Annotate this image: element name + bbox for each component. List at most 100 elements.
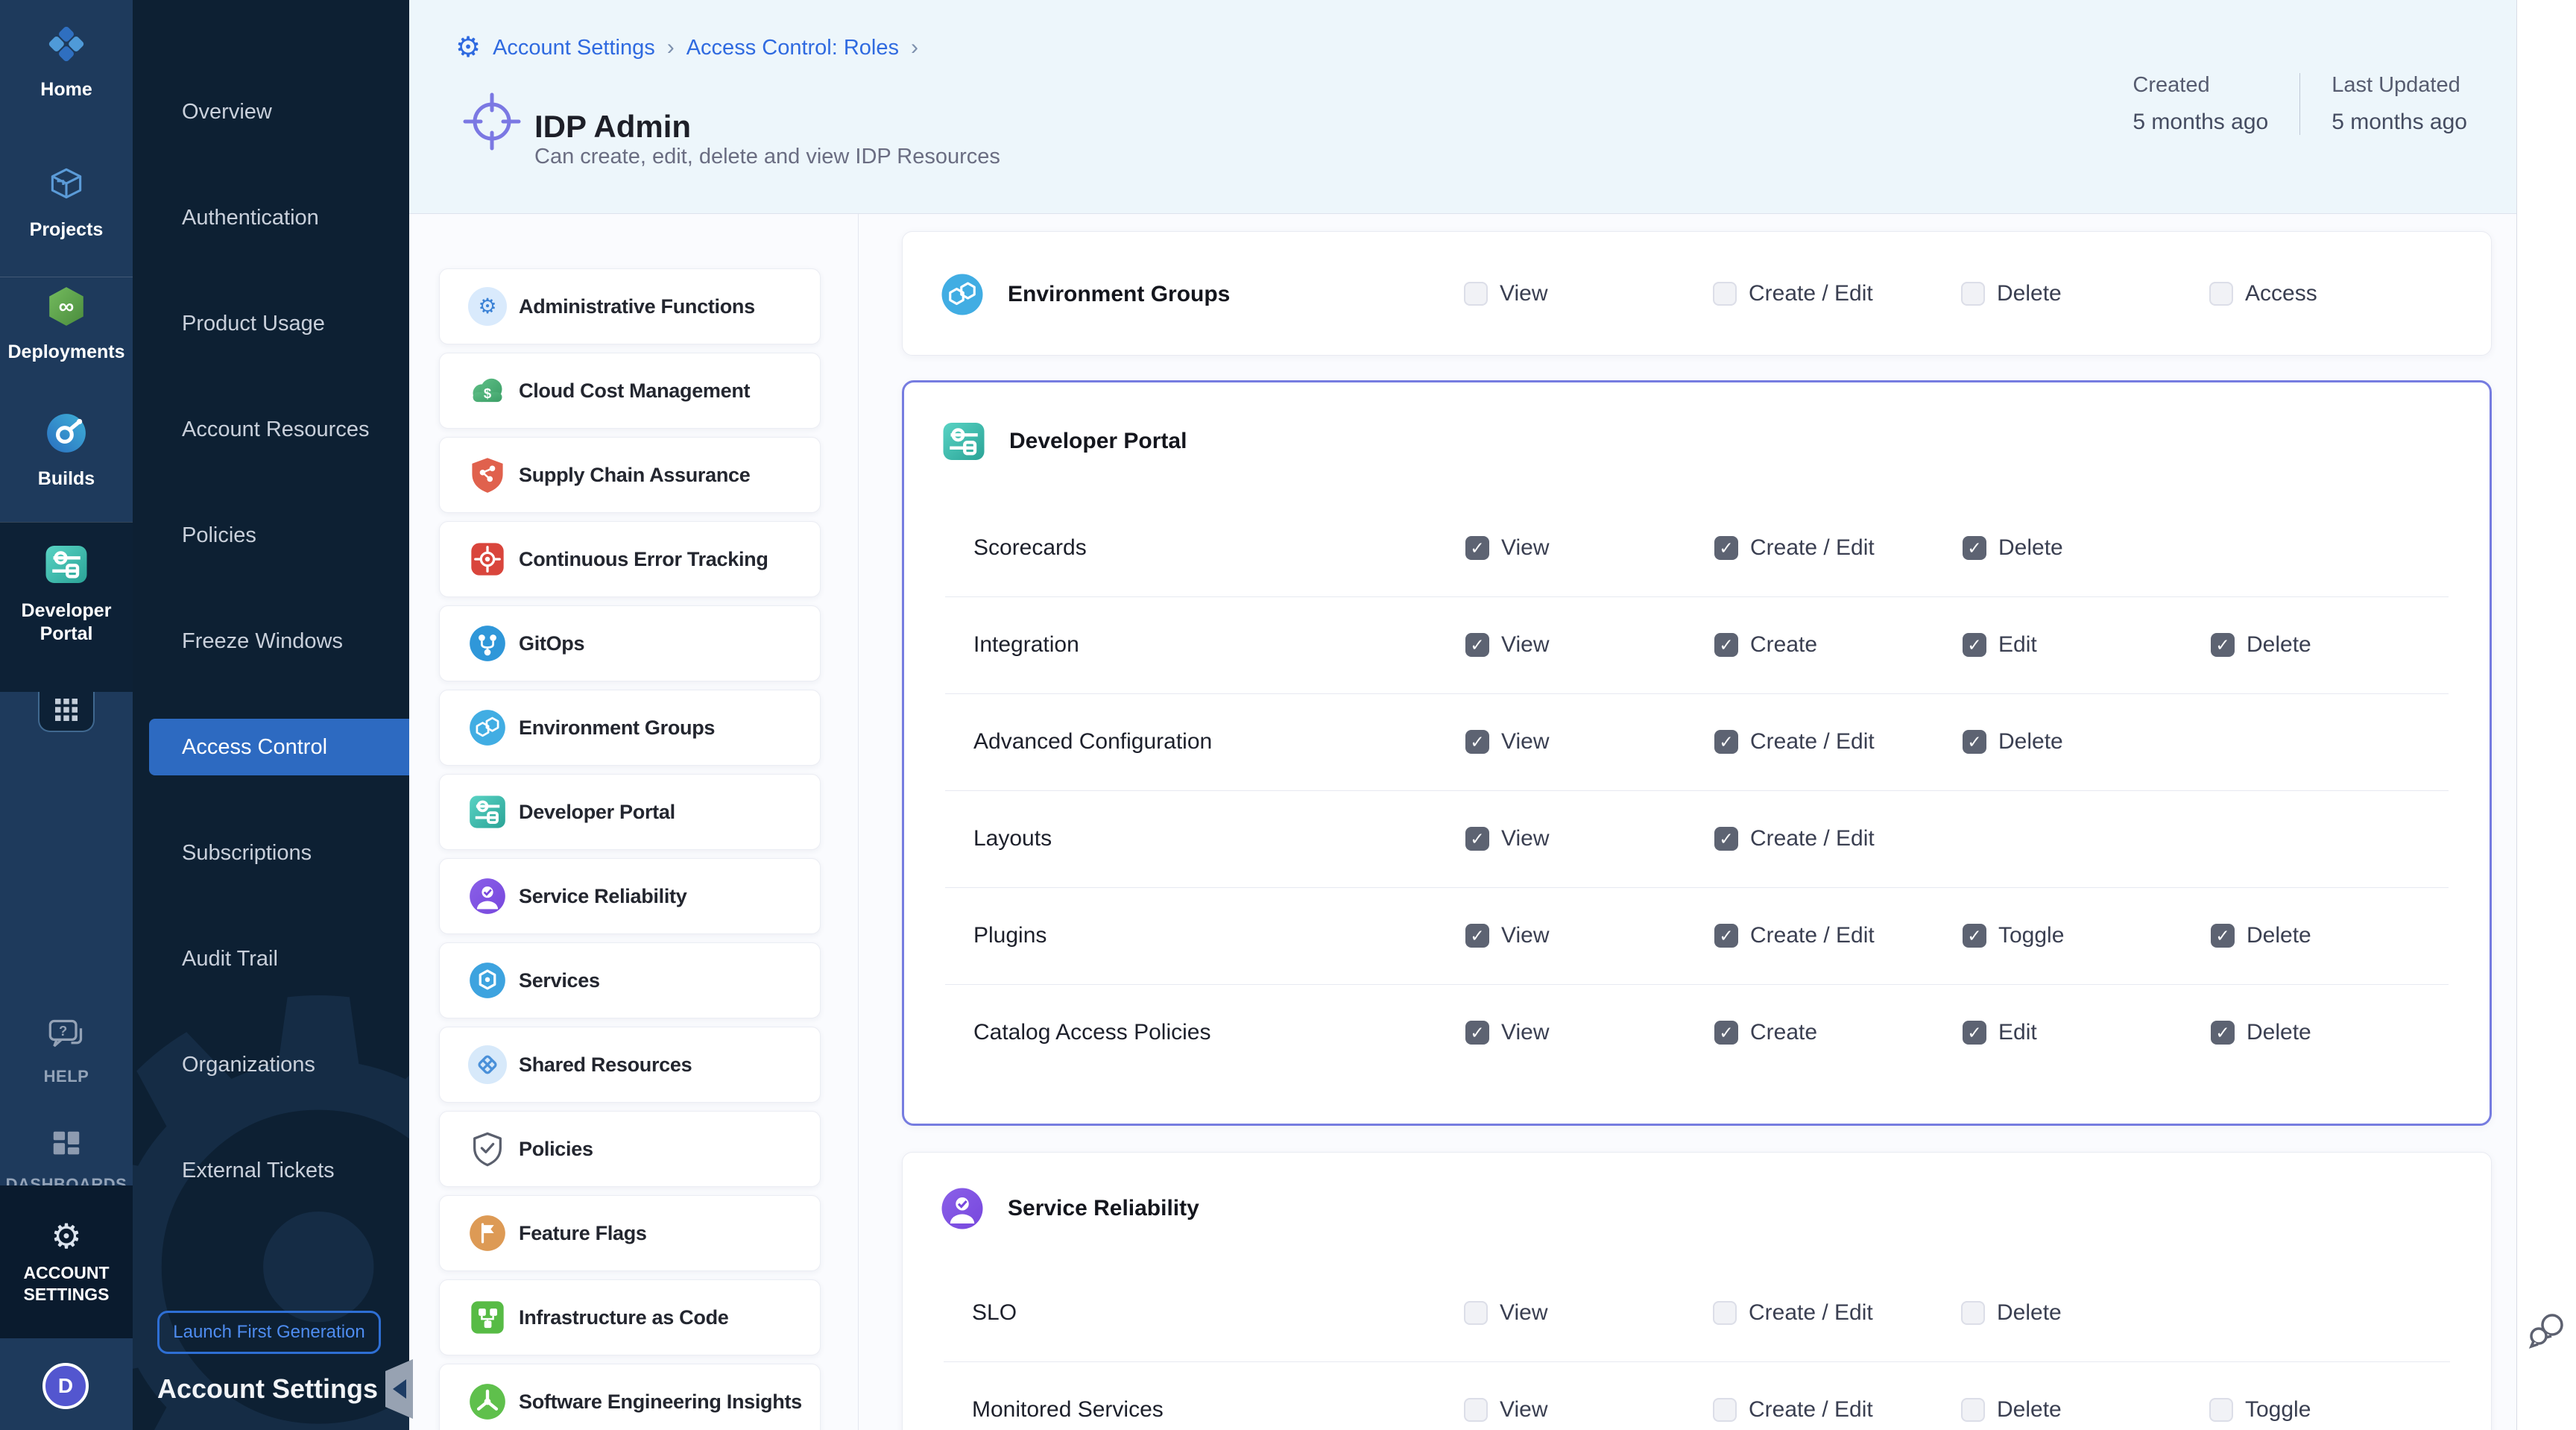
resource-card-shared-resources[interactable]: Shared Resources bbox=[439, 1027, 821, 1103]
checkbox-checked[interactable]: ✓ bbox=[1714, 633, 1738, 657]
resource-card-services[interactable]: Services bbox=[439, 942, 821, 1018]
home-icon bbox=[45, 22, 88, 69]
checkbox-checked[interactable]: ✓ bbox=[1963, 536, 1986, 560]
permission-cell: ✓View bbox=[1465, 632, 1549, 658]
rail-item-help[interactable]: ? HELP bbox=[0, 1018, 133, 1087]
resource-card-developer-portal[interactable]: Developer Portal bbox=[439, 774, 821, 850]
checkbox-unchecked[interactable] bbox=[1713, 1301, 1737, 1325]
check-icon: ✓ bbox=[1719, 1024, 1733, 1042]
sidebar-item-organizations[interactable]: Organizations bbox=[133, 1036, 409, 1093]
sidebar-item-authentication[interactable]: Authentication bbox=[133, 189, 409, 246]
breadcrumb-separator: › bbox=[911, 35, 918, 60]
checkbox-unchecked[interactable] bbox=[1961, 282, 1985, 306]
rail-item-builds[interactable]: Builds bbox=[0, 412, 133, 491]
permission-cell: ✓View bbox=[1465, 923, 1549, 948]
sidebar-item-account-resources[interactable]: Account Resources bbox=[133, 401, 409, 458]
rail-item-label: Projects bbox=[30, 218, 104, 242]
checkbox-unchecked[interactable] bbox=[2209, 1398, 2233, 1422]
permission-label: Create / Edit bbox=[1750, 729, 1875, 755]
row-label: Layouts bbox=[973, 826, 1052, 851]
checkbox-checked[interactable]: ✓ bbox=[2211, 924, 2235, 948]
sidebar-item-subscriptions[interactable]: Subscriptions bbox=[133, 825, 409, 881]
checkbox-unchecked[interactable] bbox=[1464, 282, 1488, 306]
checkbox-checked[interactable]: ✓ bbox=[1714, 1021, 1738, 1045]
checkbox-checked[interactable]: ✓ bbox=[1714, 924, 1738, 948]
resource-card-gitops[interactable]: GitOps bbox=[439, 605, 821, 681]
permission-cell: ✓Delete bbox=[1963, 729, 2063, 755]
checkbox-checked[interactable]: ✓ bbox=[1963, 924, 1986, 948]
permissions-card-service-reliability: Service Reliability SLO View Create / Ed… bbox=[902, 1152, 2492, 1430]
permission-label: View bbox=[1500, 281, 1547, 306]
check-icon: ✓ bbox=[2215, 637, 2229, 654]
checkbox-unchecked[interactable] bbox=[1713, 1398, 1737, 1422]
infrastructure-as-code-icon bbox=[468, 1298, 507, 1337]
rail-item-home[interactable]: Home bbox=[0, 22, 133, 101]
resource-card-administrative-functions[interactable]: ⚙ Administrative Functions bbox=[439, 268, 821, 344]
developer-portal-icon bbox=[44, 542, 89, 590]
checkbox-unchecked[interactable] bbox=[1961, 1301, 1985, 1325]
checkbox-checked[interactable]: ✓ bbox=[1465, 1021, 1489, 1045]
checkbox-checked[interactable]: ✓ bbox=[1963, 730, 1986, 754]
rail-item-deployments[interactable]: ∞ Deployments bbox=[0, 285, 133, 364]
resource-card-service-reliability[interactable]: Service Reliability bbox=[439, 858, 821, 934]
checkbox-unchecked[interactable] bbox=[1464, 1301, 1488, 1325]
sidebar-item-freeze-windows[interactable]: Freeze Windows bbox=[133, 613, 409, 670]
checkbox-checked[interactable]: ✓ bbox=[2211, 1021, 2235, 1045]
check-icon: ✓ bbox=[1470, 831, 1484, 848]
resource-label: Shared Resources bbox=[519, 1053, 692, 1077]
resource-card-software-engineering-insights[interactable]: Software Engineering Insights bbox=[439, 1364, 821, 1430]
permission-label: Delete bbox=[1997, 281, 2062, 306]
rail-item-projects[interactable]: Projects bbox=[0, 163, 133, 242]
permission-cell: ✓View bbox=[1465, 826, 1549, 851]
resource-card-environment-groups[interactable]: Environment Groups bbox=[439, 690, 821, 766]
checkbox-checked[interactable]: ✓ bbox=[1714, 730, 1738, 754]
sidebar-item-product-usage[interactable]: Product Usage bbox=[133, 295, 409, 352]
resource-card-supply-chain-assurance[interactable]: Supply Chain Assurance bbox=[439, 437, 821, 513]
checkbox-checked[interactable]: ✓ bbox=[1465, 536, 1489, 560]
right-gutter bbox=[2516, 0, 2576, 1430]
checkbox-checked[interactable]: ✓ bbox=[1714, 827, 1738, 851]
resource-card-infrastructure-as-code[interactable]: Infrastructure as Code bbox=[439, 1279, 821, 1355]
checkbox-unchecked[interactable] bbox=[1464, 1398, 1488, 1422]
checkbox-checked[interactable]: ✓ bbox=[1465, 924, 1489, 948]
checkbox-checked[interactable]: ✓ bbox=[1465, 730, 1489, 754]
sidebar-item-audit-trail[interactable]: Audit Trail bbox=[133, 930, 409, 987]
resource-card-continuous-error-tracking[interactable]: Continuous Error Tracking bbox=[439, 521, 821, 597]
rail-item-account-settings[interactable]: ⚙ ACCOUNT SETTINGS bbox=[0, 1185, 133, 1338]
breadcrumb-account-settings[interactable]: Account Settings bbox=[493, 36, 655, 60]
resource-card-feature-flags[interactable]: Feature Flags bbox=[439, 1195, 821, 1271]
rail-item-label: HELP bbox=[44, 1066, 89, 1087]
permission-cell: Toggle bbox=[2209, 1397, 2311, 1423]
sidebar-item-policies[interactable]: Policies bbox=[133, 507, 409, 564]
breadcrumb-access-control-roles[interactable]: Access Control: Roles bbox=[686, 36, 899, 60]
check-icon: ✓ bbox=[1470, 734, 1484, 751]
rail-item-developer-portal[interactable]: Developer Portal bbox=[0, 542, 133, 646]
permission-cell: Create / Edit bbox=[1713, 1300, 1873, 1326]
section-header: Developer Portal bbox=[904, 382, 2490, 500]
checkbox-checked[interactable]: ✓ bbox=[1465, 827, 1489, 851]
resource-card-cloud-cost-management[interactable]: $ Cloud Cost Management bbox=[439, 353, 821, 429]
checkbox-unchecked[interactable] bbox=[2209, 282, 2233, 306]
checkbox-checked[interactable]: ✓ bbox=[1963, 633, 1986, 657]
permission-cell: ✓ Create / Edit bbox=[1714, 826, 1875, 851]
chat-support-icon[interactable] bbox=[2526, 1308, 2568, 1354]
permission-label: Create / Edit bbox=[1750, 826, 1875, 851]
sidebar-item-overview[interactable]: Overview bbox=[133, 84, 409, 140]
checkbox-checked[interactable]: ✓ bbox=[2211, 633, 2235, 657]
resource-card-policies[interactable]: Policies bbox=[439, 1111, 821, 1187]
checkbox-checked[interactable]: ✓ bbox=[1465, 633, 1489, 657]
checkbox-unchecked[interactable] bbox=[1713, 282, 1737, 306]
checkbox-unchecked[interactable] bbox=[1961, 1398, 1985, 1422]
sidebar-item-access-control[interactable]: Access Control bbox=[149, 719, 409, 775]
launch-first-generation-button[interactable]: Launch First Generation bbox=[157, 1311, 381, 1354]
breadcrumb: ⚙ Account Settings › Access Control: Rol… bbox=[455, 34, 918, 62]
permission-label: View bbox=[1501, 535, 1549, 561]
module-grid-tab[interactable] bbox=[38, 692, 95, 732]
sidebar-item-external-tickets[interactable]: External Tickets bbox=[133, 1142, 409, 1199]
section-title: Service Reliability bbox=[1008, 1196, 1199, 1221]
checkbox-checked[interactable]: ✓ bbox=[1963, 1021, 1986, 1045]
meta-divider bbox=[2299, 73, 2300, 135]
avatar[interactable]: D bbox=[42, 1363, 89, 1409]
rail-item-dashboards[interactable]: DASHBOARDS bbox=[0, 1127, 133, 1195]
checkbox-checked[interactable]: ✓ bbox=[1714, 536, 1738, 560]
